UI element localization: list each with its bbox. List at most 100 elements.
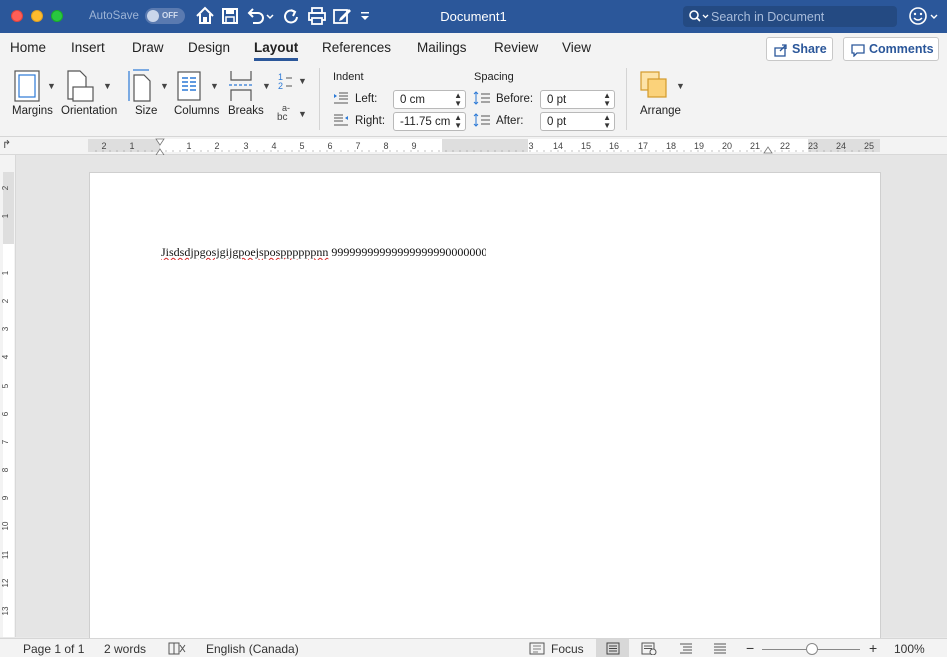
spacing-after-field[interactable]: 0 pt ▲ ▼	[540, 112, 615, 131]
page-count[interactable]: Page 1 of 1	[23, 642, 84, 656]
focus-button[interactable]: Focus	[551, 642, 584, 656]
autosave-state: OFF	[162, 11, 178, 20]
autosave-toggle[interactable]: OFF	[145, 8, 185, 24]
outline-view-icon[interactable]	[679, 642, 693, 655]
vertical-ruler-tick-label: 3	[1, 326, 10, 331]
breaks-label: Breaks	[228, 105, 264, 117]
columns-icon	[177, 71, 201, 101]
ruler-tick-label: 2	[101, 141, 106, 151]
arrange-button[interactable]: ▼ Arrange	[638, 69, 688, 123]
tab-mailings[interactable]: Mailings	[417, 40, 467, 55]
zoom-slider-handle[interactable]	[806, 643, 818, 655]
vertical-ruler-tick-label: 10	[1, 521, 10, 530]
tab-design[interactable]: Design	[188, 40, 230, 55]
redo-icon[interactable]	[280, 5, 302, 27]
margins-icon	[14, 70, 40, 102]
columns-button[interactable]: ▼ Columns	[174, 69, 222, 123]
ruler-tick-label: 6	[327, 141, 332, 151]
vertical-ruler-tick-label: 12	[1, 578, 10, 587]
tab-layout[interactable]: Layout	[254, 40, 298, 55]
chevron-down-icon: ▼	[676, 81, 685, 91]
ruler-tick-label: 3	[243, 141, 248, 151]
draft-view-icon[interactable]	[713, 642, 727, 655]
web-layout-icon[interactable]	[641, 642, 657, 655]
line-numbers-button[interactable]: 1 2 ▼	[276, 72, 308, 96]
stepper-arrows-icon[interactable]: ▲ ▼	[603, 114, 611, 130]
orientation-label: Orientation	[61, 105, 118, 117]
comments-button[interactable]: Comments	[843, 37, 939, 61]
stepper-arrows-icon[interactable]: ▲ ▼	[454, 92, 462, 108]
indent-left-label: Left:	[355, 93, 378, 105]
stepper-arrows-icon[interactable]: ▲ ▼	[454, 114, 462, 130]
ruler-tick-label: 24	[836, 141, 846, 151]
line-number-2: 2	[278, 81, 284, 91]
status-bar: Page 1 of 1 2 words English (Canada) Foc…	[0, 638, 947, 657]
hyphenation-button[interactable]: a- bc ▼	[276, 103, 308, 127]
focus-icon	[529, 642, 545, 655]
autosave-label: AutoSave	[89, 10, 139, 22]
misspelled-word[interactable]: Jisdsdjpgosjgijgpoejsposppppppnn	[161, 245, 328, 259]
margins-button[interactable]: ▼ Margins	[12, 69, 56, 123]
indent-left-field[interactable]: 0 cm ▲ ▼	[393, 90, 466, 109]
orientation-button[interactable]: ▼ Orientation	[61, 69, 118, 123]
save-icon[interactable]	[219, 5, 241, 27]
maximize-window-button[interactable]	[51, 10, 63, 22]
spacing-after-value: 0 pt	[547, 116, 567, 128]
vertical-ruler-tick-label: 2	[1, 298, 10, 303]
columns-label: Columns	[174, 105, 220, 117]
undo-dropdown-icon[interactable]	[264, 5, 276, 27]
ruler-tick-label: 5	[299, 141, 304, 151]
tab-view[interactable]: View	[562, 40, 591, 55]
search-placeholder: Search in Document	[711, 10, 825, 24]
language-indicator[interactable]: English (Canada)	[206, 642, 299, 656]
ruler-tick-label: 1	[186, 141, 191, 151]
minimize-window-button[interactable]	[31, 10, 43, 22]
indent-right-value: -11.75 cm	[400, 116, 451, 128]
zoom-level[interactable]: 100%	[894, 642, 925, 656]
size-button[interactable]: ▼ Size	[125, 69, 169, 123]
toggle-knob	[147, 10, 159, 22]
customize-toolbar-icon[interactable]	[358, 5, 372, 27]
document-page[interactable]: Jisdsdjpgosjgijgpoejsposppppppnn 9999999…	[89, 172, 881, 642]
edit-document-icon[interactable]	[331, 5, 353, 27]
ruler-tick-label: 14	[553, 141, 563, 151]
word-count[interactable]: 2 words	[104, 642, 146, 656]
vertical-ruler[interactable]: 2 1 1 2 3 4 5 6 7 8 9 10 11 12 13	[0, 155, 16, 637]
title-bar: AutoSave OFF Document1 Search in Documen…	[0, 0, 947, 33]
spacing-group-title: Spacing	[474, 71, 514, 83]
indent-right-field[interactable]: -11.75 cm ▲ ▼	[393, 112, 466, 131]
active-tab-indicator	[254, 58, 298, 61]
close-window-button[interactable]	[11, 10, 23, 22]
comments-label: Comments	[869, 42, 934, 56]
ruler-tick-label: 25	[864, 141, 874, 151]
chevron-down-icon: ▼	[262, 81, 271, 91]
document-body-text[interactable]: Jisdsdjpgosjgijgpoejsposppppppnn 9999999…	[161, 245, 486, 260]
indent-left-icon	[334, 92, 348, 104]
search-input[interactable]: Search in Document	[683, 6, 897, 27]
arrange-icon	[640, 71, 667, 98]
print-layout-view-button[interactable]	[596, 639, 629, 657]
horizontal-ruler[interactable]: ↱ 2 1 1 2 3 4 5 6 7 8 9 3 14 15 16 17 18 19 20 21 22 23 24 25	[0, 137, 947, 155]
share-button[interactable]: Share	[766, 37, 833, 61]
home-icon[interactable]	[194, 5, 216, 27]
print-icon[interactable]	[306, 5, 328, 27]
proofing-icon[interactable]	[168, 642, 186, 655]
tab-review[interactable]: Review	[494, 40, 538, 55]
tab-draw[interactable]: Draw	[132, 40, 164, 55]
spacing-before-field[interactable]: 0 pt ▲ ▼	[540, 90, 615, 109]
undo-icon[interactable]	[244, 5, 266, 27]
chevron-down-icon: ▼	[298, 76, 307, 86]
spacing-after-icon	[473, 113, 490, 127]
share-label: Share	[792, 42, 827, 56]
ruler-tick-label: 8	[383, 141, 388, 151]
tab-references[interactable]: References	[322, 40, 391, 55]
zoom-out-button[interactable]: −	[746, 640, 754, 656]
tab-home[interactable]: Home	[10, 40, 46, 55]
feedback-smiley-icon[interactable]	[908, 6, 942, 31]
stepper-arrows-icon[interactable]: ▲ ▼	[603, 92, 611, 108]
tab-insert[interactable]: Insert	[71, 40, 105, 55]
chevron-down-icon: ▼	[160, 81, 169, 91]
zoom-in-button[interactable]: +	[869, 640, 877, 656]
breaks-button[interactable]: ▼ Breaks	[226, 69, 272, 123]
vertical-ruler-tick-label: 5	[1, 383, 10, 388]
